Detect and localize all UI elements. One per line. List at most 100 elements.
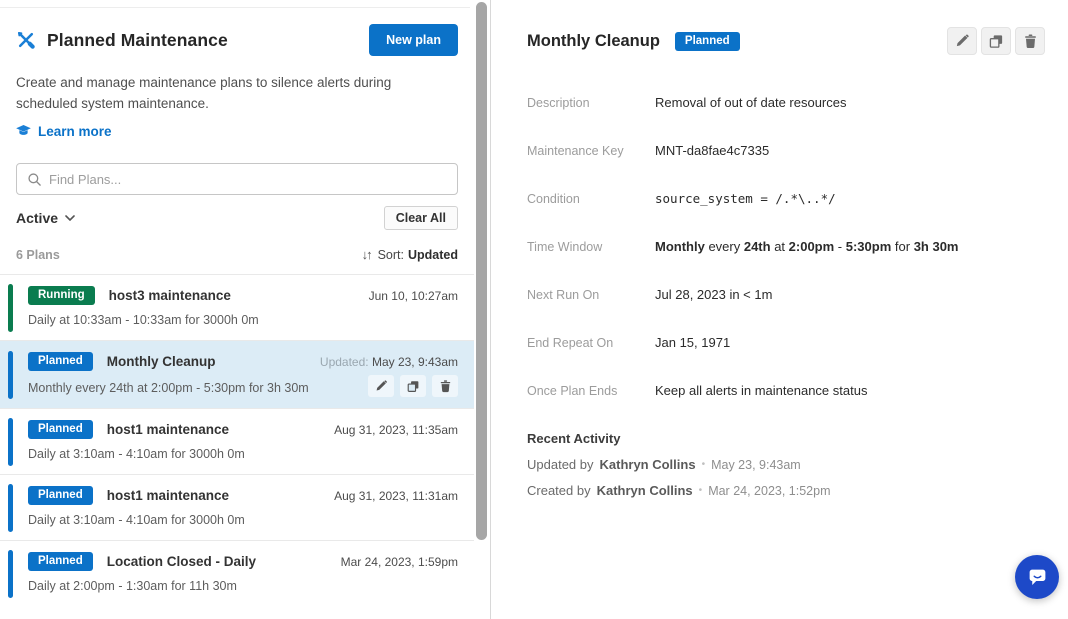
learn-more-label: Learn more [38,124,112,139]
sort-direction-icon: ↓↑ [362,247,371,262]
status-badge: Planned [28,352,93,371]
detail-fields: Description Removal of out of date resou… [527,95,1045,398]
plan-list-item-selected[interactable]: Planned Monthly Cleanup Updated: May 23,… [0,340,474,408]
activity-action: Created by [527,483,591,498]
activity-time: Mar 24, 2023, 1:52pm [708,484,830,498]
plan-name: host3 maintenance [109,288,231,303]
field-time-window: Time Window Monthly every 24th at 2:00pm… [527,239,1045,254]
plan-list: Running host3 maintenance Jun 10, 10:27a… [0,274,474,606]
status-badge: Planned [28,486,93,505]
detail-status-badge: Planned [675,32,740,51]
chat-widget-button[interactable] [1015,555,1059,599]
list-meta-row: 6 Plans ↓↑ Sort: Updated [16,247,458,262]
plan-list-item[interactable]: Planned host1 maintenance Aug 31, 2023, … [0,408,474,474]
trash-icon [439,380,452,393]
field-maintenance-key: Maintenance Key MNT-da8fae4c7335 [527,143,1045,158]
detail-header: Monthly Cleanup Planned [527,27,1045,55]
pencil-icon [375,380,388,393]
graduation-cap-icon [16,124,31,139]
duplicate-plan-button[interactable] [981,27,1011,55]
tools-icon [16,30,36,50]
delete-plan-button[interactable] [432,375,458,397]
plan-date: Aug 31, 2023, 11:35am [334,423,458,437]
plan-date: Aug 31, 2023, 11:31am [334,489,458,503]
dot-separator: • [702,459,706,470]
field-end-repeat-on: End Repeat On Jan 15, 1971 [527,335,1045,350]
status-bar [8,351,13,399]
activity-user: Kathryn Collins [597,483,693,498]
status-filter-dropdown[interactable]: Active [16,210,75,226]
page-title: Planned Maintenance [47,30,228,51]
updated-date: May 23, 9:43am [372,355,458,369]
edit-plan-button[interactable] [947,27,977,55]
duplicate-icon [407,380,420,393]
plan-date: Jun 10, 10:27am [369,289,458,303]
plan-schedule: Daily at 10:33am - 10:33am for 3000h 0m [28,313,458,327]
duplicate-plan-button[interactable] [400,375,426,397]
plan-name: host1 maintenance [107,422,229,437]
status-badge: Planned [28,552,93,571]
search-icon [27,172,42,187]
updated-prefix: Updated: [320,355,369,369]
panel-header: Planned Maintenance New plan [16,24,458,56]
detail-title: Monthly Cleanup [527,32,660,51]
plan-schedule: Daily at 3:10am - 4:10am for 3000h 0m [28,447,458,461]
new-plan-button[interactable]: New plan [369,24,458,56]
edit-plan-button[interactable] [368,375,394,397]
delete-plan-button[interactable] [1015,27,1045,55]
chevron-down-icon [65,215,75,221]
activity-entry: Created by Kathryn Collins • Mar 24, 202… [527,483,1045,498]
scrollbar-thumb[interactable] [476,2,487,540]
filter-row: Active Clear All [16,205,458,231]
detail-actions [947,27,1045,55]
duplicate-icon [989,34,1004,49]
status-bar [8,550,13,598]
row-actions [368,375,458,397]
plan-date: Mar 24, 2023, 1:59pm [341,555,458,569]
activity-entry: Updated by Kathryn Collins • May 23, 9:4… [527,457,1045,472]
plan-list-item[interactable]: Running host3 maintenance Jun 10, 10:27a… [0,274,474,340]
sort-label: Sort: [378,248,404,262]
plan-detail-panel: Monthly Cleanup Planned [491,0,1068,619]
plan-schedule: Daily at 2:00pm - 1:30am for 11h 30m [28,579,458,593]
dot-separator: • [699,485,703,496]
plan-name: host1 maintenance [107,488,229,503]
field-next-run-on: Next Run On Jul 28, 2023 in < 1m [527,287,1045,302]
plan-date: Updated: May 23, 9:43am [320,355,458,369]
plan-count: 6 Plans [16,248,60,262]
activity-action: Updated by [527,457,594,472]
recent-activity: Recent Activity Updated by Kathryn Colli… [527,431,1045,498]
field-description: Description Removal of out of date resou… [527,95,1045,110]
clear-all-button[interactable]: Clear All [384,206,458,230]
plan-schedule: Daily at 3:10am - 4:10am for 3000h 0m [28,513,458,527]
pencil-icon [955,34,970,49]
status-badge: Running [28,286,95,305]
field-once-plan-ends: Once Plan Ends Keep all alerts in mainte… [527,383,1045,398]
plan-name: Location Closed - Daily [107,554,256,569]
activity-user: Kathryn Collins [600,457,696,472]
plan-schedule: Monthly every 24th at 2:00pm - 5:30pm fo… [28,381,309,395]
activity-time: May 23, 9:43am [711,458,801,472]
status-bar [8,418,13,466]
search-input[interactable] [49,172,447,187]
top-divider [0,7,470,8]
status-bar [8,484,13,532]
planned-maintenance-app: Planned Maintenance New plan Create and … [0,0,1068,619]
learn-more-link[interactable]: Learn more [16,124,112,139]
plan-list-item[interactable]: Planned host1 maintenance Aug 31, 2023, … [0,474,474,540]
sort-control[interactable]: ↓↑ Sort: Updated [362,247,458,262]
recent-activity-header: Recent Activity [527,431,1045,446]
status-badge: Planned [28,420,93,439]
status-filter-value: Active [16,210,58,226]
chat-bubble-icon [1027,567,1048,588]
status-bar [8,284,13,332]
left-panel-scrollbar[interactable] [474,0,488,619]
plan-list-item[interactable]: Planned Location Closed - Daily Mar 24, … [0,540,474,606]
page-description: Create and manage maintenance plans to s… [16,72,444,114]
field-condition: Condition source_system = /.*\..*/ [527,191,1045,206]
sort-value: Updated [408,248,458,262]
plans-panel: Planned Maintenance New plan Create and … [0,0,474,619]
trash-icon [1023,34,1038,49]
plan-name: Monthly Cleanup [107,354,216,369]
search-box [16,163,458,195]
